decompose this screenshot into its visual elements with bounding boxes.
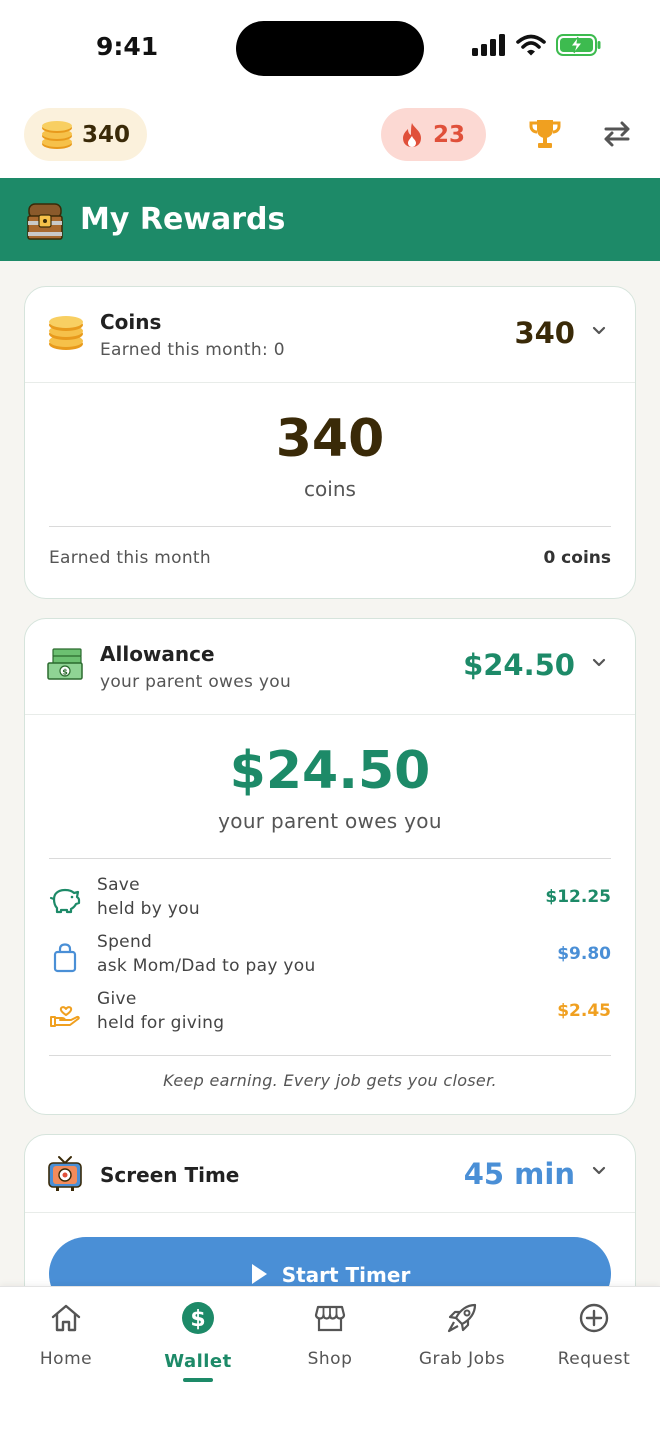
allowance-card-header[interactable]: $ Allowance your parent owes you $24.50 [25, 619, 635, 715]
coin-balance-pill[interactable]: 340 [24, 108, 147, 161]
coins-card-header[interactable]: Coins Earned this month: 0 340 [25, 287, 635, 383]
bucket-amount: $2.45 [557, 1001, 611, 1021]
earned-month-label: Earned this month [49, 548, 211, 568]
treasure-chest-icon [27, 202, 63, 240]
trophy-icon[interactable] [528, 118, 562, 150]
bucket-note: held for giving [97, 1013, 225, 1033]
tv-icon [48, 1156, 82, 1191]
nav-label: Grab Jobs [418, 1349, 506, 1369]
bucket-amount: $9.80 [557, 944, 611, 964]
nav-label: Request [557, 1349, 631, 1369]
allowance-footer-note: Keep earning. Every job gets you closer. [163, 1071, 497, 1090]
earned-month-value: 0 coins [543, 548, 611, 568]
bucket-note: ask Mom/Dad to pay you [97, 956, 316, 976]
coin-balance-value: 340 [82, 121, 131, 148]
screen-time-amount: 45 min [463, 1157, 575, 1191]
page-header: My Rewards [0, 178, 660, 261]
active-indicator [183, 1378, 213, 1382]
allowance-card-subtitle: your parent owes you [100, 672, 292, 692]
divider [49, 526, 611, 527]
plus-circle-icon [579, 1303, 609, 1333]
chevron-down-icon[interactable] [591, 1165, 607, 1177]
bucket-name: Save [97, 875, 140, 895]
allowance-big-label: your parent owes you [218, 809, 442, 833]
nav-request[interactable]: Request [528, 1301, 660, 1369]
nav-label: Home [39, 1349, 93, 1369]
nav-shop[interactable]: Shop [264, 1301, 396, 1369]
cash-stack-icon: $ [47, 648, 83, 680]
bucket-note: held by you [97, 899, 200, 919]
svg-text:$: $ [62, 668, 68, 677]
nav-home[interactable]: Home [0, 1301, 132, 1369]
allowance-big-value: $24.50 [229, 741, 431, 801]
status-bar: 9:41 [0, 0, 660, 96]
bucket-save: Save held by you $12.25 [49, 875, 611, 927]
nav-grab-jobs[interactable]: Grab Jobs [396, 1301, 528, 1369]
divider [49, 858, 611, 859]
coins-big-value: 340 [275, 409, 385, 469]
top-bar: 340 23 [0, 96, 660, 178]
page-title: My Rewards [80, 202, 286, 237]
coin-stack-icon [42, 120, 72, 149]
bucket-spend: Spend ask Mom/Dad to pay you $9.80 [49, 932, 611, 984]
allowance-card-title: Allowance [100, 642, 215, 666]
coins-big-label: coins [304, 477, 356, 501]
dollar-icon: $ [182, 1302, 214, 1334]
store-icon [314, 1305, 346, 1332]
coins-card-title: Coins [100, 310, 162, 334]
piggy-bank-icon [49, 888, 81, 914]
coins-card-amount: 340 [514, 316, 575, 350]
wifi-icon [516, 34, 546, 56]
cellular-signal-icon [472, 34, 505, 56]
chevron-down-icon[interactable] [591, 325, 607, 337]
coins-card: Coins Earned this month: 0 340 340 coins… [24, 286, 636, 599]
shopping-bag-icon [53, 943, 77, 973]
start-timer-label: Start Timer [281, 1263, 411, 1287]
dynamic-island [236, 21, 424, 76]
swap-arrows-icon[interactable] [602, 120, 632, 148]
bucket-name: Spend [97, 932, 153, 952]
flame-icon [403, 122, 421, 147]
heart-hand-icon [50, 1006, 80, 1027]
divider [49, 1055, 611, 1056]
bucket-give: Give held for giving $2.45 [49, 989, 611, 1041]
svg-text:$: $ [190, 1307, 205, 1332]
bucket-name: Give [97, 989, 137, 1009]
play-icon [251, 1264, 267, 1284]
nav-label: Shop [307, 1349, 353, 1369]
allowance-card-amount: $24.50 [463, 648, 575, 682]
streak-value: 23 [433, 121, 466, 148]
allowance-card: $ Allowance your parent owes you $24.50 … [24, 618, 636, 1115]
bucket-amount: $12.25 [545, 887, 611, 907]
nav-label: Wallet [164, 1351, 232, 1372]
screen-time-card-header[interactable]: Screen Time 45 min [25, 1135, 635, 1213]
rocket-icon [447, 1303, 477, 1333]
screen-time-card-title: Screen Time [100, 1163, 240, 1187]
chevron-down-icon[interactable] [591, 657, 607, 669]
streak-pill[interactable]: 23 [381, 108, 486, 161]
coins-card-subtitle: Earned this month: 0 [100, 340, 285, 360]
nav-wallet[interactable]: $ Wallet [132, 1301, 264, 1382]
coin-stack-icon [49, 316, 83, 350]
battery-charging-icon [556, 34, 601, 56]
status-icons [472, 34, 602, 56]
status-time: 9:41 [96, 32, 159, 61]
bottom-nav: Home $ Wallet Shop Grab Jobs Request [0, 1286, 660, 1434]
home-icon [51, 1304, 81, 1332]
